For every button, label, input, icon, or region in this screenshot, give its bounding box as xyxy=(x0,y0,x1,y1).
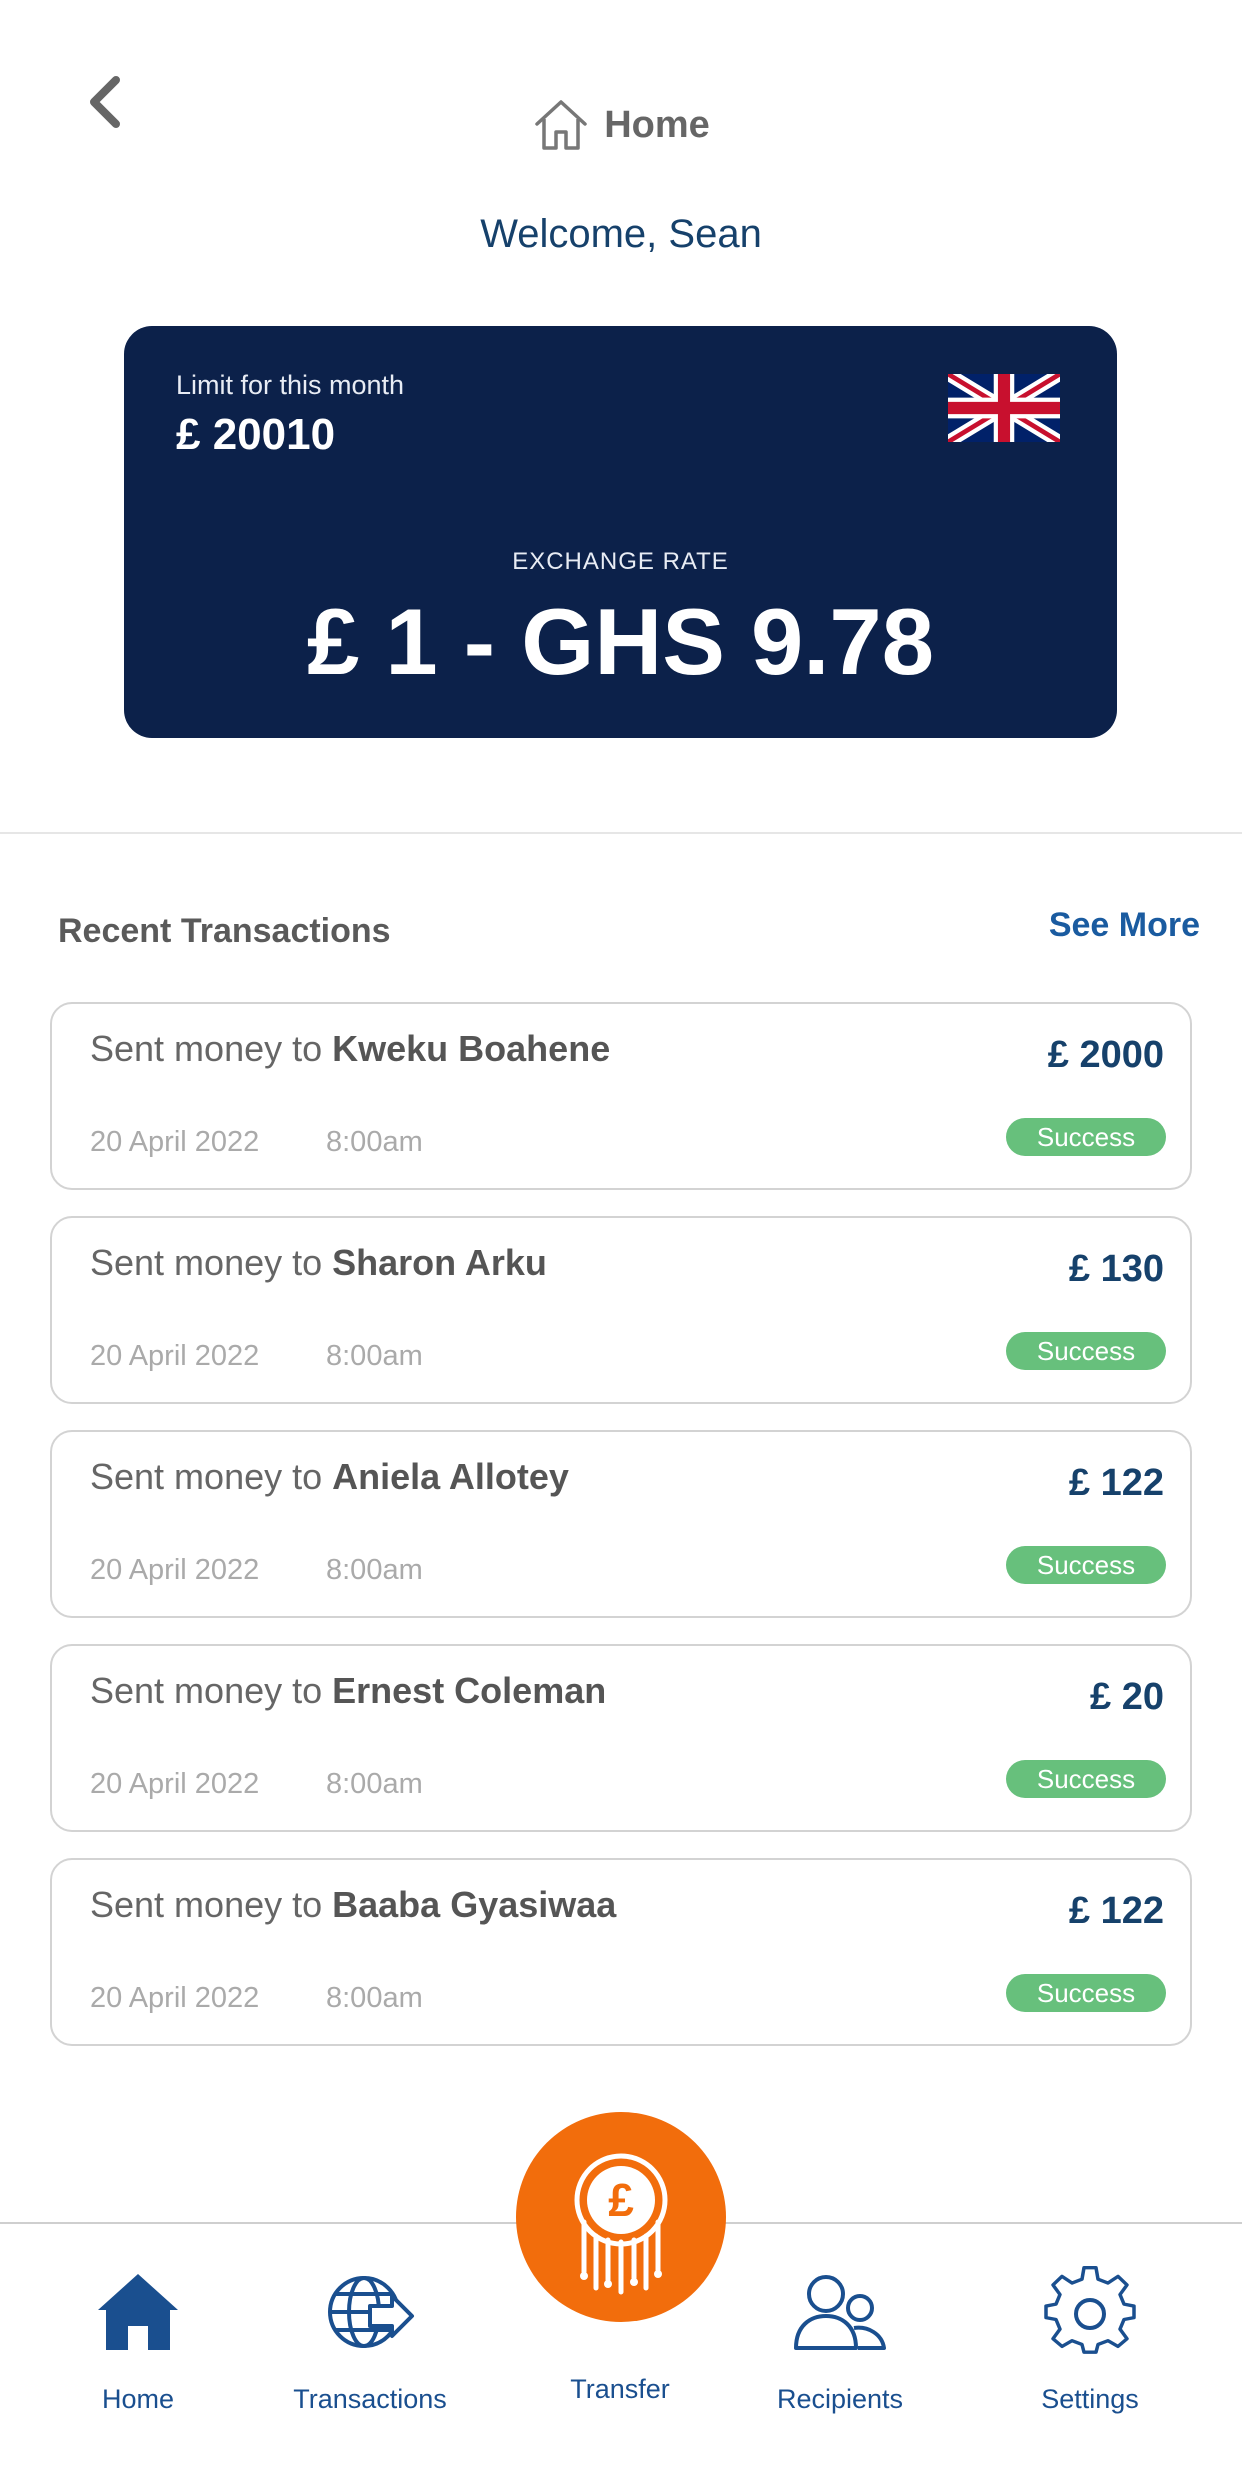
transaction-time: 8:00am xyxy=(326,1982,423,2014)
transaction-time: 8:00am xyxy=(326,1340,423,1372)
section-divider xyxy=(0,832,1242,834)
transaction-amount: £ 130 xyxy=(1068,1248,1164,1290)
transfer-button[interactable]: £ xyxy=(516,2112,726,2322)
exchange-rate-value: £ 1 - GHS 9.78 xyxy=(307,589,934,694)
globe-transfer-icon xyxy=(328,2276,414,2348)
transaction-description: Sent money to Ernest Coleman xyxy=(90,1670,607,1711)
nav-settings[interactable]: Settings xyxy=(990,2264,1190,2415)
nav-home-label: Home xyxy=(101,2384,175,2414)
recipient-name: Sharon Arku xyxy=(332,1242,547,1283)
transaction-date: 20 April 2022 xyxy=(90,1768,260,1800)
transaction-description: Sent money to Aniela Allotey xyxy=(90,1456,569,1497)
transaction-card[interactable]: Sent money to Baaba Gyasiwaa £ 122 20 Ap… xyxy=(50,1858,1192,2046)
transaction-list: Sent money to Kweku Boahene £ 2000 20 Ap… xyxy=(50,1002,1192,2072)
house-outline-icon xyxy=(535,100,587,150)
recipient-name: Kweku Boahene xyxy=(332,1028,611,1069)
recipient-name: Aniela Allotey xyxy=(332,1456,569,1497)
transaction-card[interactable]: Sent money to Ernest Coleman £ 20 20 Apr… xyxy=(50,1644,1192,1832)
recent-transactions-title: Recent Transactions xyxy=(58,912,391,950)
recipient-name: Ernest Coleman xyxy=(332,1670,607,1711)
exchange-rate-card: Limit for this month £ 20010 EXCHANGE RA… xyxy=(124,326,1117,738)
svg-text:£: £ xyxy=(608,2174,634,2226)
exchange-rate-label: EXCHANGE RATE xyxy=(512,548,729,575)
nav-recipients[interactable]: Recipients xyxy=(740,2264,940,2415)
pound-coin-icon: £ xyxy=(574,2153,668,2295)
transaction-description: Sent money to Kweku Boahene xyxy=(90,1028,611,1069)
transaction-card[interactable]: Sent money to Kweku Boahene £ 2000 20 Ap… xyxy=(50,1002,1192,1190)
recipient-name: Baaba Gyasiwaa xyxy=(332,1884,617,1925)
transaction-card[interactable]: Sent money to Sharon Arku £ 130 20 April… xyxy=(50,1216,1192,1404)
home-icon xyxy=(98,2274,178,2350)
transaction-description: Sent money to Baaba Gyasiwaa xyxy=(90,1884,617,1925)
status-badge: Success xyxy=(1006,1118,1166,1156)
transaction-date: 20 April 2022 xyxy=(90,1554,260,1586)
transaction-amount: £ 2000 xyxy=(1047,1034,1164,1076)
nav-transactions-label: Transactions xyxy=(293,2384,447,2414)
gear-icon xyxy=(1044,2266,1136,2354)
status-badge: Success xyxy=(1006,1332,1166,1370)
transaction-description: Sent money to Sharon Arku xyxy=(90,1242,547,1283)
nav-settings-label: Settings xyxy=(1041,2384,1139,2414)
status-badge: Success xyxy=(1006,1760,1166,1798)
nav-recipients-label: Recipients xyxy=(776,2384,904,2414)
nav-transactions[interactable]: Transactions xyxy=(270,2264,470,2415)
nav-home[interactable]: Home xyxy=(38,2264,238,2415)
page-header: Home xyxy=(0,96,1242,154)
transaction-amount: £ 20 xyxy=(1090,1676,1164,1718)
status-badge: Success xyxy=(1006,1546,1166,1584)
page-title: Home xyxy=(604,103,710,146)
transaction-card[interactable]: Sent money to Aniela Allotey £ 122 20 Ap… xyxy=(50,1430,1192,1618)
limit-value: £ 20010 xyxy=(176,410,336,459)
transaction-time: 8:00am xyxy=(326,1768,423,1800)
uk-flag-icon xyxy=(948,374,1060,442)
nav-transfer-label: Transfer xyxy=(570,2374,670,2404)
users-icon xyxy=(794,2275,886,2350)
transaction-date: 20 April 2022 xyxy=(90,1340,260,1372)
transaction-date: 20 April 2022 xyxy=(90,1126,260,1158)
transaction-amount: £ 122 xyxy=(1068,1462,1164,1504)
see-more-link[interactable]: See More xyxy=(1049,906,1200,945)
transaction-amount: £ 122 xyxy=(1068,1890,1164,1932)
limit-label: Limit for this month xyxy=(176,370,405,400)
transaction-time: 8:00am xyxy=(326,1554,423,1586)
welcome-message: Welcome, Sean xyxy=(480,212,762,256)
transaction-date: 20 April 2022 xyxy=(90,1982,260,2014)
transaction-time: 8:00am xyxy=(326,1126,423,1158)
status-badge: Success xyxy=(1006,1974,1166,2012)
